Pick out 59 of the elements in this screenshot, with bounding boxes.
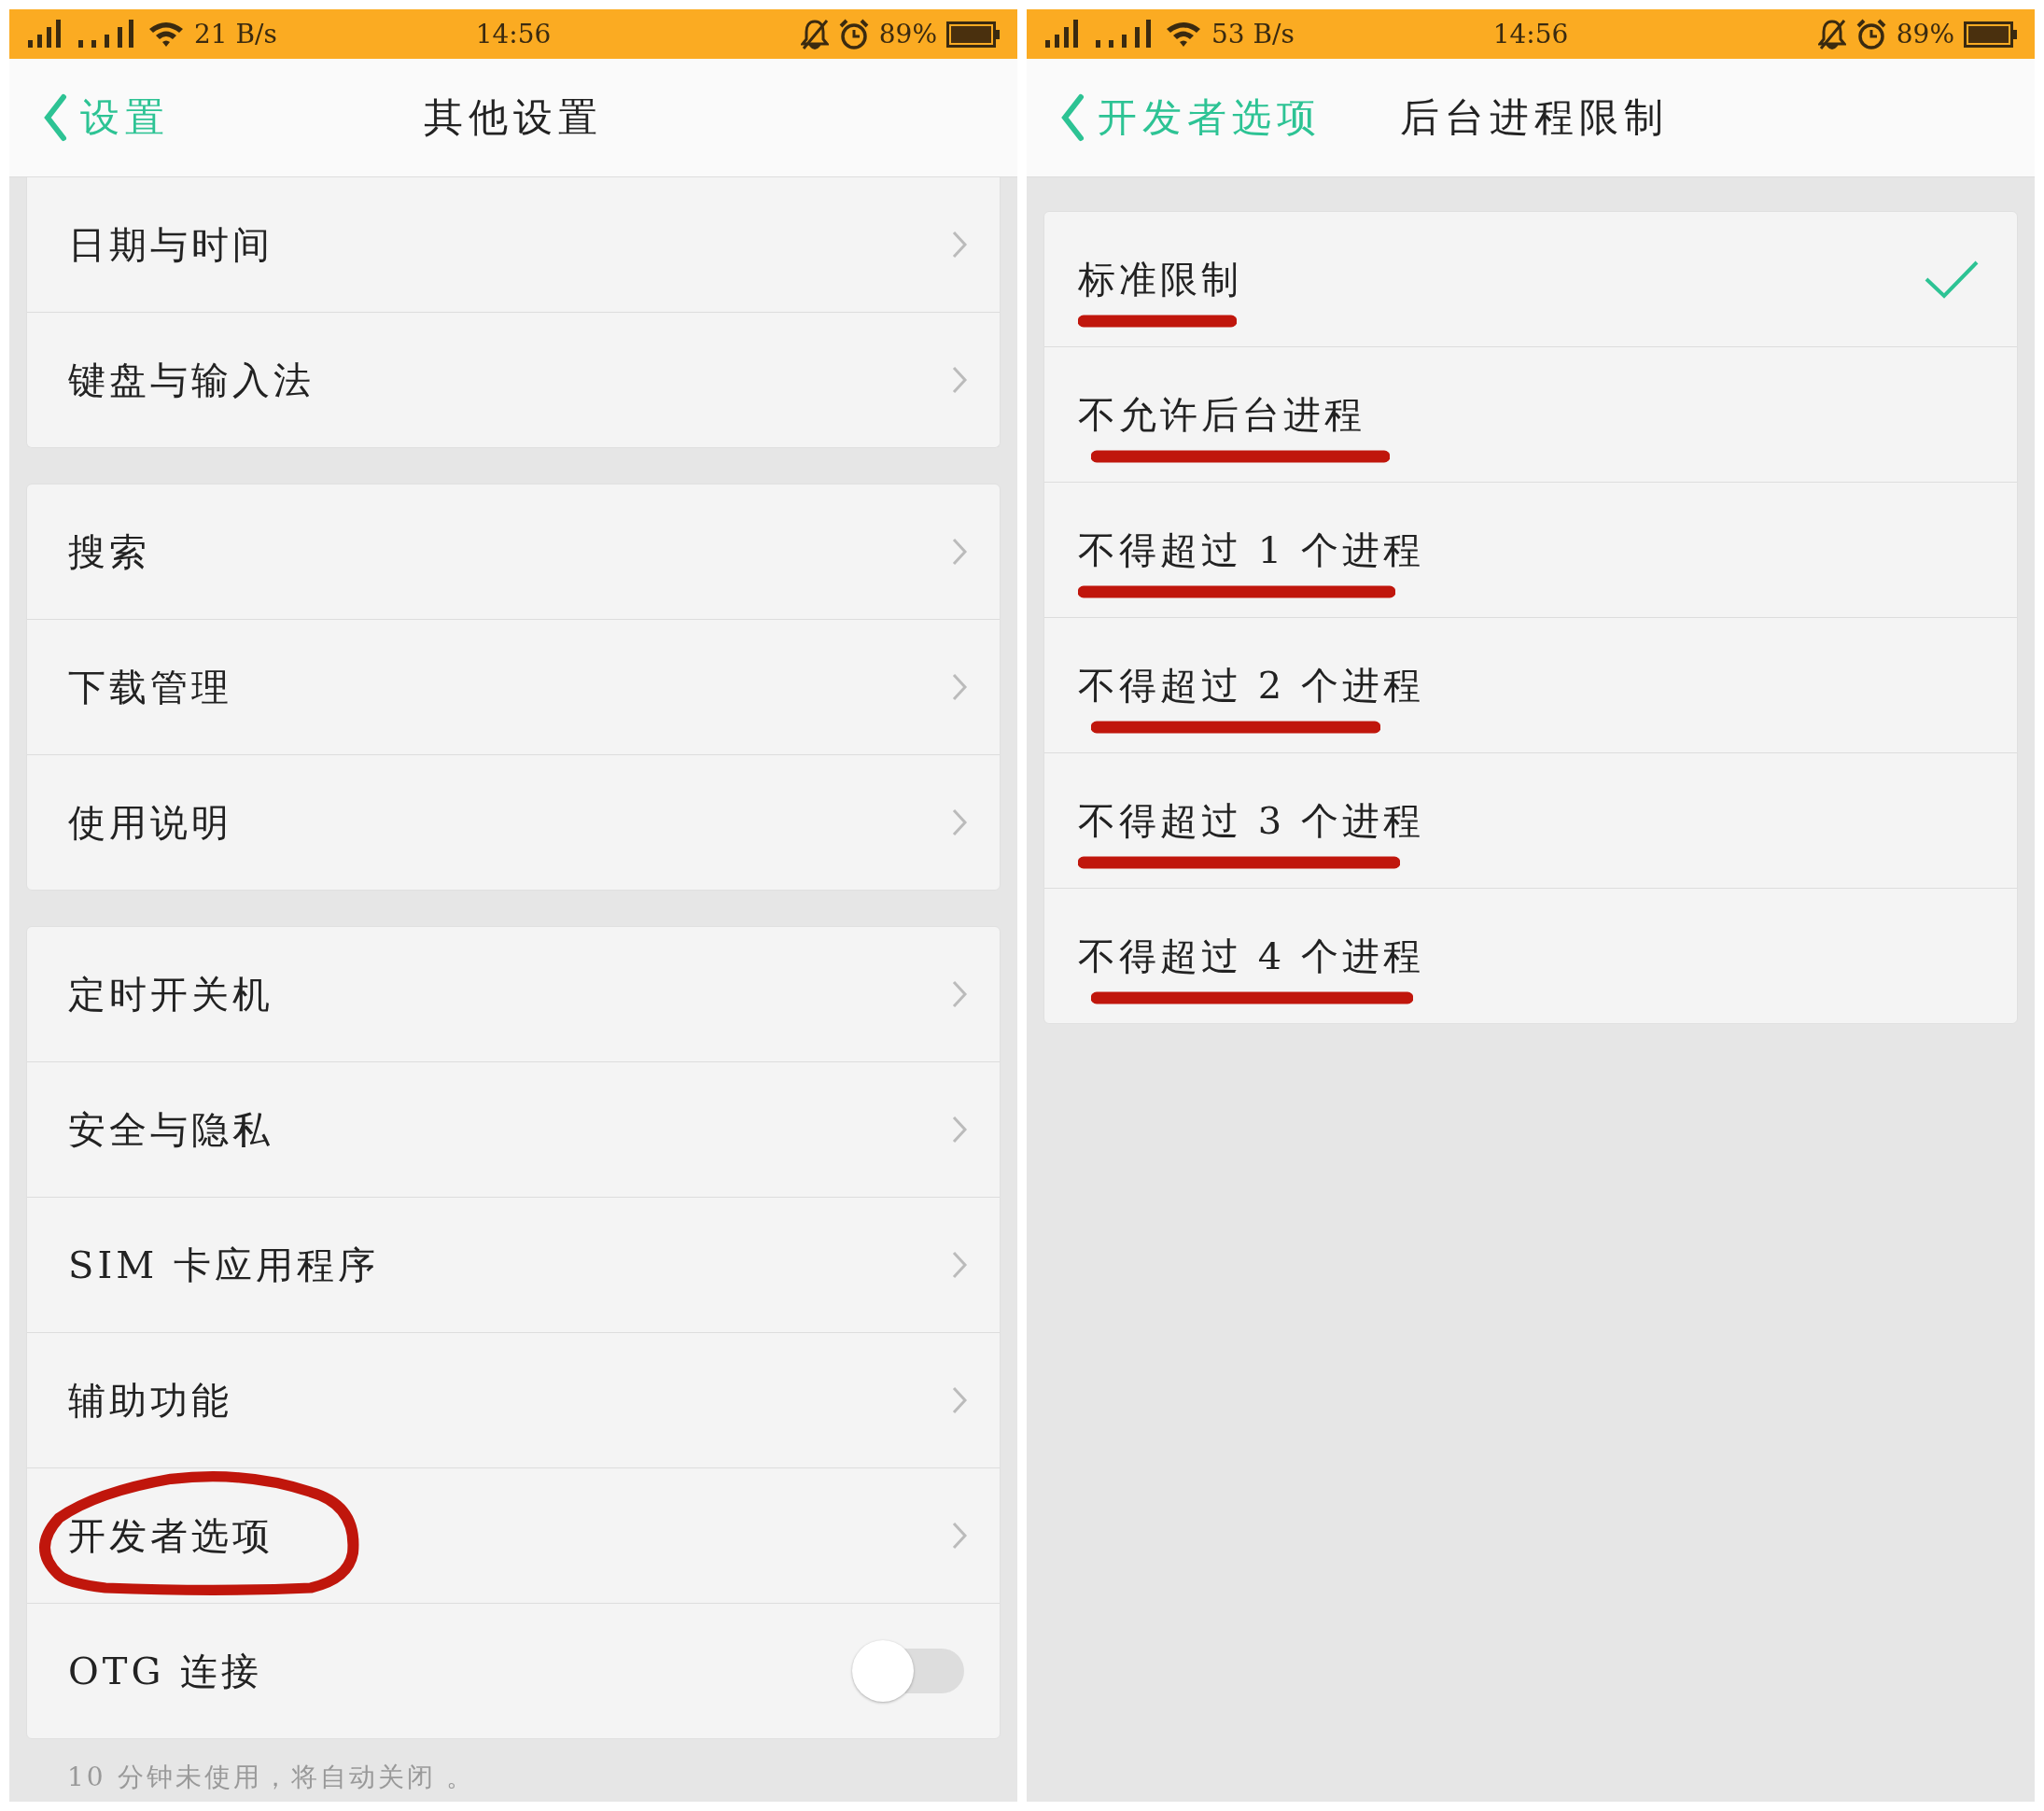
settings-row[interactable]: 使用说明 xyxy=(27,754,1000,890)
option-label: 标准限制 xyxy=(1078,256,1242,302)
chevron-icon xyxy=(951,1385,968,1415)
option-row[interactable]: 不得超过 1 个进程 xyxy=(1044,482,2017,617)
settings-row[interactable]: OTG 连接 xyxy=(27,1603,1000,1738)
page-title: 其他设置 xyxy=(424,93,603,142)
chevron-icon xyxy=(951,537,968,567)
option-label: 不得超过 4 个进程 xyxy=(1078,933,1424,979)
option-label: 不得超过 1 个进程 xyxy=(1078,526,1424,573)
row-label: OTG 连接 xyxy=(68,1648,263,1694)
row-label: 搜索 xyxy=(68,528,150,575)
row-label: 安全与隐私 xyxy=(68,1106,273,1153)
row-label: 下载管理 xyxy=(68,664,232,710)
alarm-icon xyxy=(837,18,870,50)
chevron-icon xyxy=(951,365,968,395)
page-title: 后台进程限制 xyxy=(1400,93,1669,142)
row-label: SIM 卡应用程序 xyxy=(68,1242,379,1288)
settings-row[interactable]: 日期与时间 xyxy=(27,177,1000,312)
bell-off-icon xyxy=(1817,18,1846,50)
network-speed: 53 B/s xyxy=(1211,19,1295,49)
row-label: 键盘与输入法 xyxy=(68,357,315,403)
row-label: 开发者选项 xyxy=(68,1512,273,1559)
option-row[interactable]: 不得超过 3 个进程 xyxy=(1044,752,2017,888)
settings-row[interactable]: SIM 卡应用程序 xyxy=(27,1197,1000,1332)
chevron-icon xyxy=(951,1250,968,1280)
clock: 14:56 xyxy=(1492,19,1569,49)
alarm-icon xyxy=(1855,18,1887,50)
battery-percent: 89% xyxy=(878,19,937,49)
row-label: 定时开关机 xyxy=(68,971,273,1018)
settings-row[interactable]: 定时开关机 xyxy=(27,927,1000,1061)
settings-row[interactable]: 辅助功能 xyxy=(27,1332,1000,1467)
option-row[interactable]: 不允许后台进程 xyxy=(1044,346,2017,482)
settings-row[interactable]: 搜索 xyxy=(27,484,1000,619)
option-label: 不允许后台进程 xyxy=(1078,391,1365,438)
settings-row[interactable]: 键盘与输入法 xyxy=(27,312,1000,447)
chevron-icon xyxy=(951,807,968,837)
battery-percent: 89% xyxy=(1896,19,1954,49)
chevron-icon xyxy=(951,672,968,702)
settings-row[interactable]: 开发者选项 xyxy=(27,1467,1000,1603)
row-label: 日期与时间 xyxy=(68,221,273,268)
chevron-icon xyxy=(951,230,968,260)
chevron-icon xyxy=(951,1115,968,1144)
row-label: 使用说明 xyxy=(68,799,232,846)
option-row[interactable]: 不得超过 2 个进程 xyxy=(1044,617,2017,752)
chevron-icon xyxy=(951,979,968,1009)
clock: 14:56 xyxy=(475,19,552,49)
option-row[interactable]: 不得超过 4 个进程 xyxy=(1044,888,2017,1023)
network-speed: 21 B/s xyxy=(194,19,277,49)
row-label: 辅助功能 xyxy=(68,1377,232,1424)
battery-icon xyxy=(946,21,1001,48)
chevron-icon xyxy=(951,1521,968,1551)
bell-off-icon xyxy=(800,18,829,50)
option-label: 不得超过 3 个进程 xyxy=(1078,797,1424,844)
settings-row[interactable]: 安全与隐私 xyxy=(27,1061,1000,1197)
footnote: 10 分钟未使用，将自动关闭 。 xyxy=(66,1761,477,1794)
option-label: 不得超过 2 个进程 xyxy=(1078,662,1424,709)
settings-row[interactable]: 下载管理 xyxy=(27,619,1000,754)
battery-icon xyxy=(1964,21,2018,48)
option-row[interactable]: 标准限制 xyxy=(1044,212,2017,346)
